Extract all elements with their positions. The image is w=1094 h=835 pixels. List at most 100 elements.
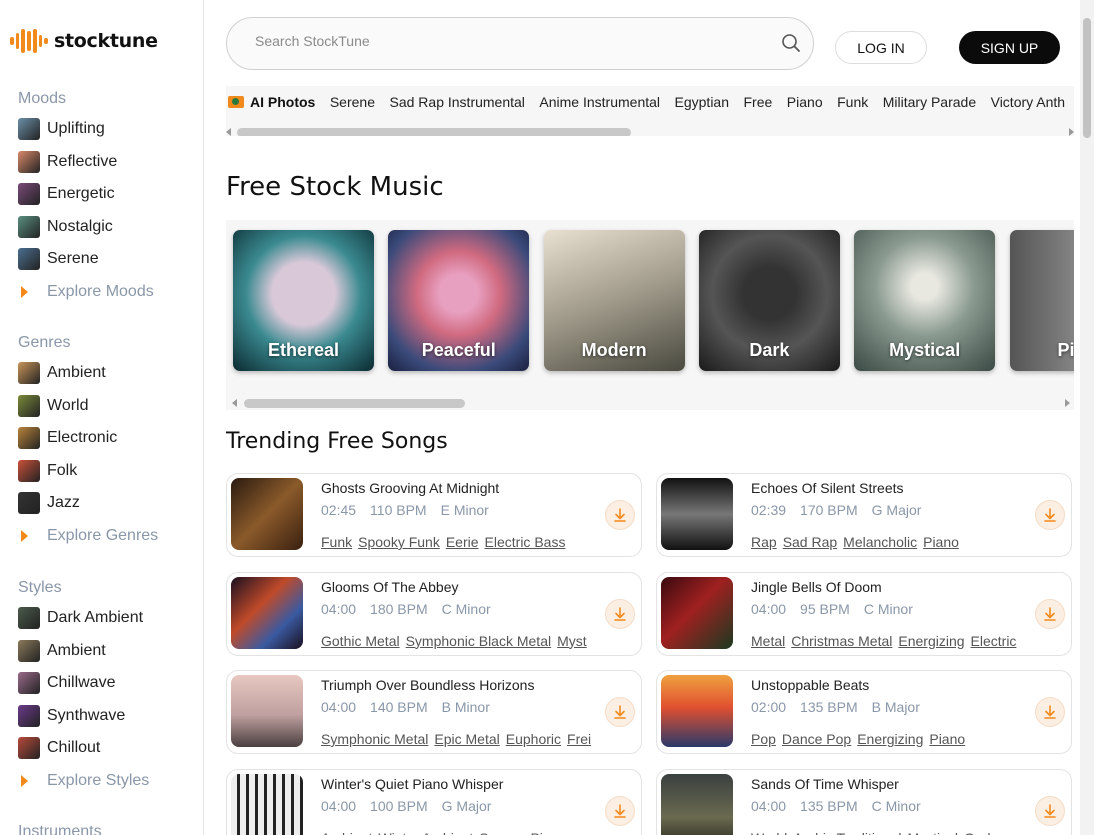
song-tag-link[interactable]: Myst [557,633,587,649]
song-card[interactable]: Sands Of Time Whisper 04:00 135 BPM C Minor… [656,768,1072,835]
sidebar-item-reflective[interactable]: Reflective [18,146,198,179]
download-button[interactable] [605,598,635,629]
song-tag-link[interactable]: Melancholic [843,534,917,550]
mood-card-peaceful[interactable]: Peaceful [388,230,530,371]
mood-card-ethereal[interactable]: Ethereal [233,230,374,371]
song-tag-link[interactable]: Frei [567,731,591,747]
page-scrollbar[interactable] [1080,0,1094,835]
song-title[interactable]: Echoes Of Silent Streets [751,480,904,496]
song-card[interactable]: Jingle Bells Of Doom 04:00 95 BPM C Minor Me… [656,571,1072,656]
song-tag-link[interactable]: Piano [530,830,566,835]
mood-card-mystical[interactable]: Mystical [854,230,996,371]
song-tag-link[interactable]: Winter Ambient [378,830,473,835]
song-tag-link[interactable]: Eerie [446,534,479,550]
song-card[interactable]: Echoes Of Silent Streets 02:39 170 BPM G Ma… [656,473,1072,557]
sidebar-item-jazz[interactable]: Jazz [18,487,198,520]
tag-funk[interactable]: Funk [837,94,868,110]
song-artwork[interactable] [231,576,303,649]
song-title[interactable]: Glooms Of The Abbey [321,579,458,595]
song-card[interactable]: Ghosts Grooving At Midnight 02:45 110 BPM E… [226,473,642,557]
song-tag-link[interactable]: Piano [923,534,959,550]
song-tag-link[interactable]: Symphonic Metal [321,731,428,747]
sidebar-item-chillout[interactable]: Chillout [18,732,198,765]
scroll-right-arrow[interactable] [1069,128,1074,136]
song-tag-link[interactable]: Serene [479,830,524,835]
explore-moods-link[interactable]: Explore Moods [18,276,198,309]
song-artwork[interactable] [231,773,303,835]
explore-styles-link[interactable]: Explore Styles [18,765,198,798]
mood-card-pi[interactable]: Pi [1009,230,1074,371]
tag-egyptian[interactable]: Egyptian [675,94,729,110]
song-title[interactable]: Ghosts Grooving At Midnight [321,480,499,496]
sidebar-item-electronic[interactable]: Electronic [18,422,198,455]
song-tag-link[interactable]: Dance Pop [782,731,851,747]
download-button[interactable] [605,697,635,727]
signup-button[interactable]: SIGN UP [959,31,1060,64]
song-tag-link[interactable]: Piano [929,731,965,747]
song-tag-link[interactable]: Symphonic Black Metal [406,633,552,649]
song-artwork[interactable] [231,675,303,747]
carousel-scrollbar-thumb[interactable] [244,399,465,408]
song-artwork[interactable] [661,576,733,649]
login-button[interactable]: LOG IN [835,31,927,64]
song-tag-link[interactable]: Ambient [321,830,372,835]
sidebar-item-energetic[interactable]: Energetic [18,178,198,211]
tag-ai-photos[interactable]: AI Photos [228,94,315,110]
tag-sad-rap-instrumental[interactable]: Sad Rap Instrumental [390,94,525,110]
song-tag-link[interactable]: Christmas Metal [791,633,892,649]
sidebar-item-nostalgic[interactable]: Nostalgic [18,211,198,244]
song-tag-link[interactable]: Spooky Funk [358,534,440,550]
download-button[interactable] [1035,697,1065,727]
song-tag-link[interactable]: Funk [321,534,352,550]
tag-scrollbar-thumb[interactable] [237,128,631,136]
song-artwork[interactable] [661,478,733,550]
song-tag-link[interactable]: Oud [964,830,990,835]
search-icon[interactable] [781,33,801,53]
sidebar-item-chillwave[interactable]: Chillwave [18,667,198,700]
sidebar-item-world[interactable]: World [18,390,198,423]
tag-anime-instrumental[interactable]: Anime Instrumental [539,94,660,110]
song-title[interactable]: Triumph Over Boundless Horizons [321,677,534,693]
carousel-left-arrow[interactable] [232,399,237,407]
song-tag-link[interactable]: Mystical [907,830,958,835]
song-tag-link[interactable]: Energizing [857,731,923,747]
song-tag-link[interactable]: Pop [751,731,776,747]
song-tag-link[interactable]: World [751,830,787,835]
sidebar-item-serene[interactable]: Serene [18,243,198,276]
song-title[interactable]: Sands Of Time Whisper [751,776,899,792]
tag-serene[interactable]: Serene [330,94,375,110]
download-button[interactable] [605,500,635,530]
brand-logo[interactable]: stocktune [10,28,158,54]
song-tag-link[interactable]: Euphoric [506,731,561,747]
song-artwork[interactable] [231,478,303,550]
tag-free[interactable]: Free [744,94,773,110]
song-artwork[interactable] [661,675,733,747]
song-title[interactable]: Winter's Quiet Piano Whisper [321,776,503,792]
explore-genres-link[interactable]: Explore Genres [18,520,198,553]
song-card[interactable]: Triumph Over Boundless Horizons 04:00 140 … [226,670,642,754]
sidebar-item-uplifting[interactable]: Uplifting [18,113,198,146]
tag-piano[interactable]: Piano [787,94,823,110]
sidebar-item-ambient[interactable]: Ambient [18,635,198,668]
search-input[interactable] [255,33,755,49]
song-title[interactable]: Unstoppable Beats [751,677,869,693]
sidebar-item-ambient[interactable]: Ambient [18,357,198,390]
song-artwork[interactable] [661,773,733,835]
sidebar-item-synthwave[interactable]: Synthwave [18,700,198,733]
song-tag-link[interactable]: Electric [971,633,1017,649]
download-button[interactable] [1035,598,1065,629]
sidebar-item-dark-ambient[interactable]: Dark Ambient [18,602,198,635]
song-tag-link[interactable]: Gothic Metal [321,633,400,649]
song-tag-link[interactable]: Arabic Traditional [793,830,901,835]
tag-victory-anth[interactable]: Victory Anth [991,94,1065,110]
download-button[interactable] [1035,795,1065,826]
search-bar[interactable] [226,17,814,70]
song-tag-link[interactable]: Energizing [898,633,964,649]
carousel-right-arrow[interactable] [1065,399,1070,407]
mood-card-dark[interactable]: Dark [698,230,840,371]
song-tag-link[interactable]: Rap [751,534,777,550]
mood-card-modern[interactable]: Modern [543,230,685,371]
song-tag-link[interactable]: Sad Rap [783,534,837,550]
sidebar-item-folk[interactable]: Folk [18,455,198,488]
song-tag-link[interactable]: Electric Bass [485,534,566,550]
